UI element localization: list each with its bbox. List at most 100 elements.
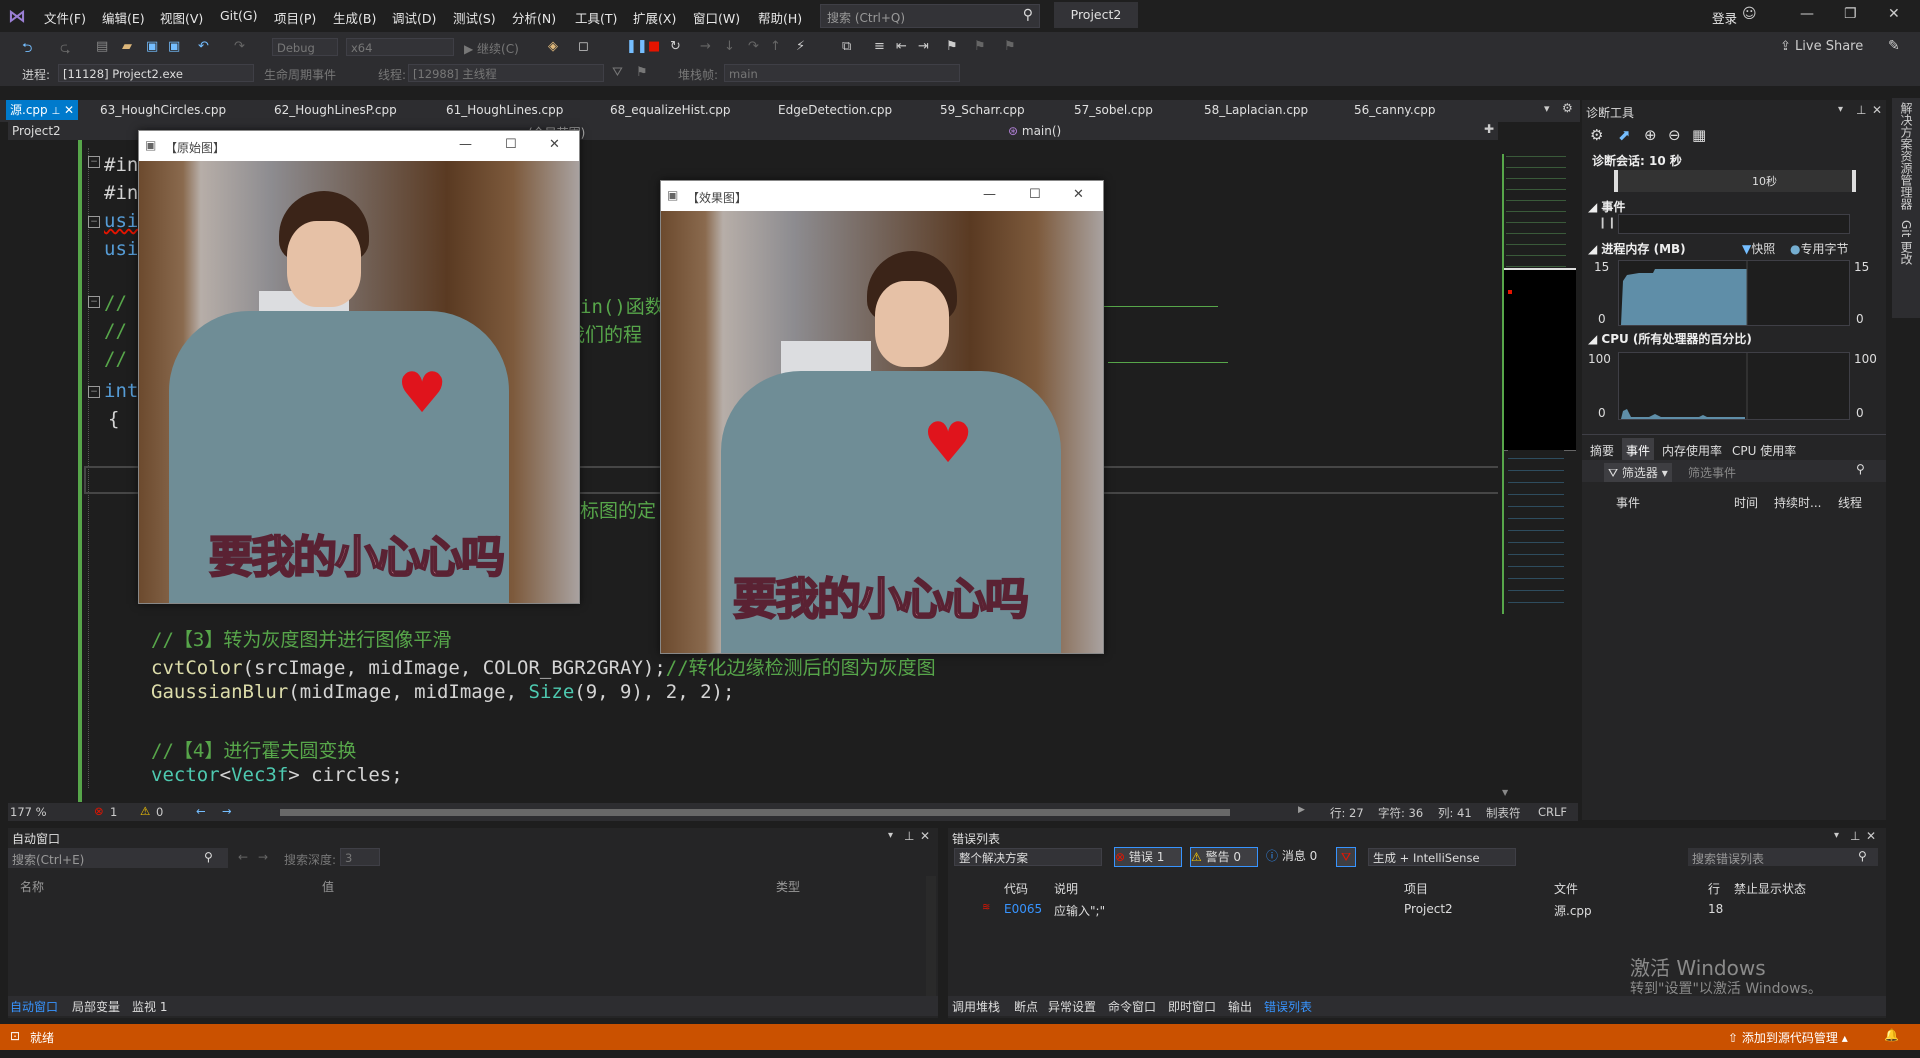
tab-settings-icon[interactable]: ⚙: [1562, 101, 1573, 115]
cpu-graph[interactable]: [1618, 352, 1850, 420]
account-icon[interactable]: ☺: [1742, 6, 1757, 22]
format-icon[interactable]: ≡: [874, 39, 885, 54]
minimize-icon[interactable]: —: [983, 187, 996, 202]
tab-sobel[interactable]: 57_sobel.cpp: [1074, 100, 1153, 120]
search-icon[interactable]: ⚲: [1856, 462, 1865, 476]
forward-icon[interactable]: ⮎: [60, 39, 70, 61]
back-icon[interactable]: ⮌: [22, 39, 32, 61]
zoom-in-icon[interactable]: ⊕: [1644, 126, 1657, 144]
menu-help[interactable]: 帮助(H): [758, 8, 802, 27]
original-image-window[interactable]: ▣ 【原始图】 — ☐ ✕ ♥ 要我的小心心吗: [138, 130, 580, 604]
tab-summary[interactable]: 摘要: [1590, 442, 1614, 459]
col-suppression[interactable]: 禁止显示状态: [1734, 880, 1806, 897]
attach-icon[interactable]: ◈: [548, 39, 558, 54]
scroll-right-icon[interactable]: ▶: [1298, 805, 1305, 815]
timeline-ruler[interactable]: 10秒: [1614, 170, 1856, 192]
login-link[interactable]: 登录: [1712, 8, 1737, 27]
chevron-down-icon[interactable]: ▾: [888, 830, 893, 841]
minimize-icon[interactable]: —: [1800, 6, 1814, 22]
step-into-icon[interactable]: ↓: [724, 39, 735, 54]
maximize-icon[interactable]: ☐: [505, 137, 517, 152]
pin-icon[interactable]: ⊥: [1850, 829, 1860, 843]
chevron-down-icon[interactable]: ▾: [1838, 104, 1843, 115]
window-titlebar[interactable]: ▣ 【效果图】 — ☐ ✕: [661, 181, 1103, 211]
tab-call-stack[interactable]: 调用堆栈: [952, 998, 1000, 1015]
close-icon[interactable]: ✕: [1866, 829, 1876, 843]
restart-icon[interactable]: ↻: [670, 39, 681, 54]
stack-frame-select[interactable]: main: [724, 64, 960, 82]
col-value[interactable]: 值: [322, 878, 334, 895]
window-titlebar[interactable]: ▣ 【原始图】 — ☐ ✕: [139, 131, 579, 161]
col-event[interactable]: 事件: [1616, 494, 1640, 511]
new-file-icon[interactable]: ▤: [96, 39, 108, 54]
next-bookmark-icon[interactable]: ⚑: [1004, 39, 1016, 54]
tab-hough-lines-p[interactable]: 62_HoughLinesP.cpp: [274, 100, 397, 120]
split-editor-icon[interactable]: ✚: [1484, 122, 1494, 136]
platform-select[interactable]: x64: [346, 38, 454, 56]
tab-watch-1[interactable]: 监视 1: [132, 998, 167, 1015]
source-control-button[interactable]: ⇧ 添加到源代码管理 ▴: [1728, 1029, 1848, 1046]
tab-laplacian[interactable]: 58_Laplacian.cpp: [1204, 100, 1308, 120]
tab-error-list[interactable]: 错误列表: [1264, 998, 1312, 1015]
zoom-level[interactable]: 177 %: [10, 805, 47, 819]
search-icon[interactable]: ⚲: [1858, 849, 1867, 863]
redo-icon[interactable]: ↷: [234, 39, 245, 54]
minimap-viewport[interactable]: [1504, 268, 1576, 451]
restore-icon[interactable]: ❐: [1844, 6, 1857, 22]
col-duration[interactable]: 持续时...: [1774, 494, 1821, 511]
error-code-link[interactable]: E0065: [1004, 902, 1042, 916]
stop-icon[interactable]: ■: [648, 39, 660, 54]
nav-function[interactable]: ⊛ main(): [1008, 124, 1061, 138]
build-filter-icon[interactable]: ⛛: [1336, 847, 1356, 867]
save-all-icon[interactable]: ▣: [168, 39, 180, 54]
nav-back-icon[interactable]: ←: [196, 804, 206, 818]
cpu-header[interactable]: ◢ CPU (所有处理器的百分比): [1588, 330, 1752, 347]
tab-hough-lines[interactable]: 61_HoughLines.cpp: [446, 100, 563, 120]
close-icon[interactable]: ✕: [1888, 6, 1900, 22]
filter-events-input[interactable]: 筛选事件: [1688, 464, 1736, 481]
scroll-down-icon[interactable]: ▼: [1502, 788, 1508, 797]
warning-icon[interactable]: ⚠: [140, 804, 150, 818]
messages-filter-button[interactable]: ⓘ 消息 0: [1266, 847, 1328, 865]
bookmark-icon[interactable]: ⚑: [946, 39, 958, 54]
process-select[interactable]: [11128] Project2.exe: [58, 64, 254, 82]
search-box[interactable]: 搜索 (Ctrl+Q) ⚲: [820, 4, 1040, 28]
solution-explorer-tab[interactable]: 解决方案资源管理器: [1898, 102, 1915, 210]
menu-extensions[interactable]: 扩展(X): [633, 8, 676, 27]
menu-analyze[interactable]: 分析(N): [512, 8, 556, 27]
close-icon[interactable]: ✕: [920, 829, 930, 843]
col-project[interactable]: 项目: [1404, 880, 1428, 897]
filter-button[interactable]: ⛛ 筛选器 ▾: [1604, 463, 1672, 482]
close-icon[interactable]: ✕: [1872, 103, 1882, 117]
tab-overflow-icon[interactable]: ▾: [1544, 102, 1550, 115]
warnings-filter-button[interactable]: ⚠ 警告 0: [1190, 847, 1258, 867]
pause-icon[interactable]: ❚❚: [626, 39, 648, 54]
screenshot-icon[interactable]: ◻: [578, 39, 589, 54]
col-type[interactable]: 类型: [776, 878, 800, 895]
col-code[interactable]: 代码: [1004, 880, 1028, 897]
fold-icon[interactable]: −: [88, 386, 100, 398]
col-name[interactable]: 名称: [20, 878, 44, 895]
step-out-icon[interactable]: ↑: [770, 39, 781, 54]
tab-output[interactable]: 输出: [1228, 998, 1252, 1015]
indent-icon[interactable]: ⇥: [918, 39, 929, 54]
build-source-select[interactable]: 生成 + IntelliSense: [1368, 848, 1516, 866]
col-thread[interactable]: 线程: [1838, 494, 1862, 511]
error-search-input[interactable]: 搜索错误列表 ⚲: [1688, 848, 1878, 866]
menu-view[interactable]: 视图(V): [160, 8, 203, 27]
menu-edit[interactable]: 编辑(E): [102, 8, 145, 27]
show-thread-icon[interactable]: ⧉: [842, 39, 851, 54]
tab-exception-settings[interactable]: 异常设置: [1048, 998, 1096, 1015]
tab-memory-usage[interactable]: 内存使用率: [1662, 442, 1722, 459]
line-ending[interactable]: CRLF: [1538, 805, 1567, 819]
menu-git[interactable]: Git(G): [220, 8, 258, 23]
nav-forward-icon[interactable]: →: [222, 804, 232, 818]
tab-canny[interactable]: 56_canny.cpp: [1354, 100, 1435, 120]
code-minimap[interactable]: [1500, 140, 1576, 660]
minimize-icon[interactable]: —: [459, 137, 472, 152]
memory-header[interactable]: ◢ 进程内存 (MB): [1588, 240, 1686, 257]
reset-view-icon[interactable]: ▦: [1692, 126, 1706, 144]
chevron-down-icon[interactable]: ▾: [1834, 830, 1839, 841]
git-changes-tab[interactable]: Git 更改: [1898, 220, 1915, 265]
hot-reload-icon[interactable]: ⚡: [796, 39, 805, 54]
